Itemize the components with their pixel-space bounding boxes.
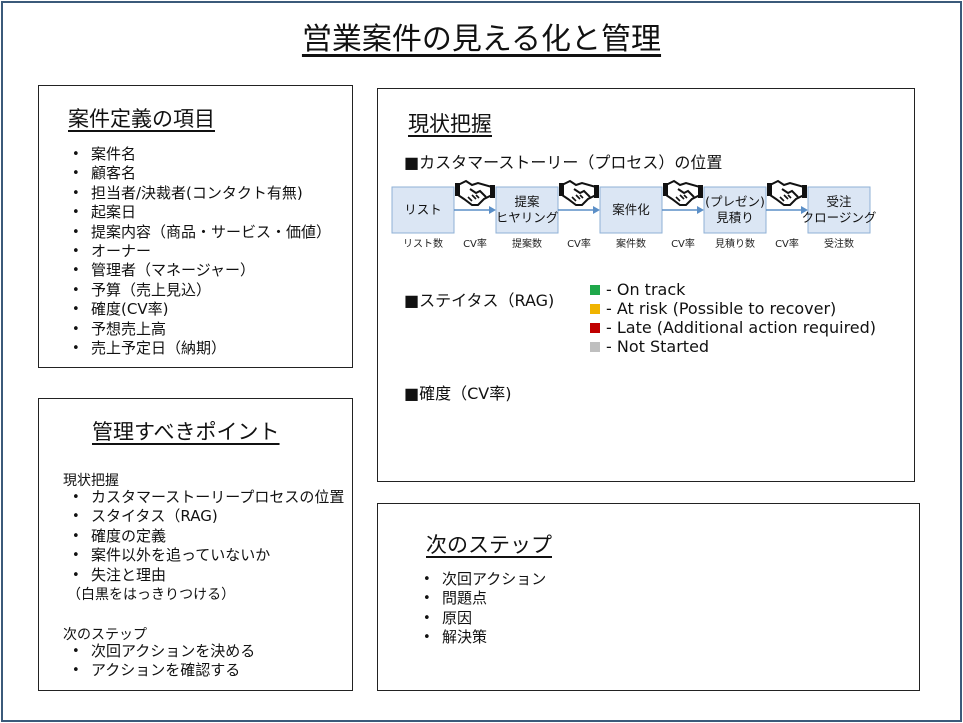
next-step-item: 問題点 xyxy=(423,589,546,609)
rag-legend-item: - On track xyxy=(590,280,876,299)
cv-rate-label: CV率 xyxy=(567,237,591,250)
stage-label: クロージング xyxy=(802,210,877,225)
rag-legend-text: - Not Started xyxy=(606,337,710,356)
points-heading: 管理すべきポイント xyxy=(92,420,280,444)
definition-item: 起案日 xyxy=(72,203,331,223)
stage-label: 案件化 xyxy=(612,202,650,217)
cv-rate-label: CV率 xyxy=(671,237,695,250)
points-current-item: スタイタス（RAG) xyxy=(72,507,344,527)
definition-box: 案件定義の項目 案件名顧客名担当者/決裁者(コンタクト有無)起案日提案内容（商品… xyxy=(38,85,353,368)
stage-count-label: 受注数 xyxy=(824,237,854,250)
points-next-item: 次回アクションを決める xyxy=(72,642,255,662)
points-current-label: 現状把握 xyxy=(63,473,119,489)
stage-label: (プレゼン) xyxy=(705,194,765,209)
handshake-icon xyxy=(559,179,599,206)
rag-legend-text: - At risk (Possible to recover) xyxy=(606,299,837,318)
definition-item: 管理者（マネージャー） xyxy=(72,261,331,281)
handshake-icon xyxy=(767,179,807,206)
rag-color-swatch xyxy=(590,303,600,314)
rag-legend-text: - Late (Additional action required) xyxy=(606,318,877,337)
rag-label: ■ステイタス（RAG) xyxy=(404,291,555,310)
stage-label: 提案 xyxy=(514,194,540,209)
definition-list: 案件名顧客名担当者/決裁者(コンタクト有無)起案日提案内容（商品・サービス・価値… xyxy=(72,145,331,359)
points-box: 管理すべきポイント 現状把握 カスタマーストーリープロセスの位置スタイタス（RA… xyxy=(38,398,353,691)
cv-rate-label: CV率 xyxy=(775,237,799,250)
rag-legend-item: - Late (Additional action required) xyxy=(590,318,876,337)
points-next-item: アクションを確認する xyxy=(72,661,255,681)
rag-legend-item: - Not Started xyxy=(590,337,876,356)
next-box: 次のステップ 次回アクション問題点原因解決策 xyxy=(377,503,920,691)
definition-item: 確度(CV率) xyxy=(72,300,331,320)
process-flow: リストリスト数 CV率提案ヒヤリング提案数 CV率案件化案件数 CV率(プレゼン)見積… xyxy=(391,179,877,250)
definition-item: 顧客名 xyxy=(72,164,331,184)
next-list: 次回アクション問題点原因解決策 xyxy=(423,570,546,648)
points-current-list: カスタマーストーリープロセスの位置スタイタス（RAG)確度の定義案件以外を追って… xyxy=(72,488,344,586)
points-next-list: 次回アクションを決めるアクションを確認する xyxy=(72,642,255,681)
points-current-note: （白黒をはっきりつける） xyxy=(67,587,236,603)
points-current-item: 確度の定義 xyxy=(72,527,344,547)
stage-count-label: 見積り数 xyxy=(715,237,755,250)
points-current-item: カスタマーストーリープロセスの位置 xyxy=(72,488,344,508)
stage-label: 見積り xyxy=(716,210,754,225)
definition-item: 案件名 xyxy=(72,145,331,165)
stage-label: リスト xyxy=(404,202,442,217)
rag-color-swatch xyxy=(590,341,600,352)
next-step-item: 次回アクション xyxy=(423,570,546,590)
rag-color-swatch xyxy=(590,284,600,295)
stage-count-label: リスト数 xyxy=(403,237,443,250)
cv-label: ■確度（CV率) xyxy=(404,384,512,403)
definition-item: 担当者/決裁者(コンタクト有無) xyxy=(72,184,331,204)
definition-item: オーナー xyxy=(72,242,331,262)
definition-item: 予想売上高 xyxy=(72,320,331,340)
status-heading: 現状把握 xyxy=(408,112,492,136)
rag-color-swatch xyxy=(590,322,600,333)
points-next-label: 次のステップ xyxy=(63,627,147,643)
next-step-item: 原因 xyxy=(423,609,546,629)
flow-arrowhead xyxy=(697,206,704,214)
next-heading: 次のステップ xyxy=(426,533,552,557)
definition-heading: 案件定義の項目 xyxy=(68,107,215,131)
definition-item: 売上予定日（納期） xyxy=(72,339,331,359)
status-box: 現状把握 ■カスタマーストーリー（プロセス）の位置 リストリスト数 CV率 提案 ヒヤ… xyxy=(377,88,915,482)
definition-item: 予算（売上見込） xyxy=(72,281,331,301)
next-step-item: 解決策 xyxy=(423,628,546,648)
rag-legend-text: - On track xyxy=(606,280,686,299)
stage-count-label: 提案数 xyxy=(512,237,542,250)
definition-item: 提案内容（商品・サービス・価値） xyxy=(72,223,331,243)
rag-legend: - On track - At risk (Possible to recover… xyxy=(590,280,876,356)
flow-arrowhead xyxy=(593,206,600,214)
rag-legend-item: - At risk (Possible to recover) xyxy=(590,299,876,318)
page-title: 営業案件の見える化と管理 xyxy=(301,22,662,57)
stage-count-label: 案件数 xyxy=(616,237,646,250)
points-current-item: 案件以外を追っていないか xyxy=(72,546,344,566)
process-label: ■カスタマーストーリー（プロセス）の位置 xyxy=(404,153,723,172)
handshake-icon xyxy=(663,179,703,206)
stage-label: 受注 xyxy=(826,194,852,209)
stage-label: ヒヤリング xyxy=(496,210,559,225)
points-current-item: 失注と理由 xyxy=(72,566,344,586)
handshake-icon xyxy=(455,179,495,206)
cv-rate-label: CV率 xyxy=(463,237,487,250)
